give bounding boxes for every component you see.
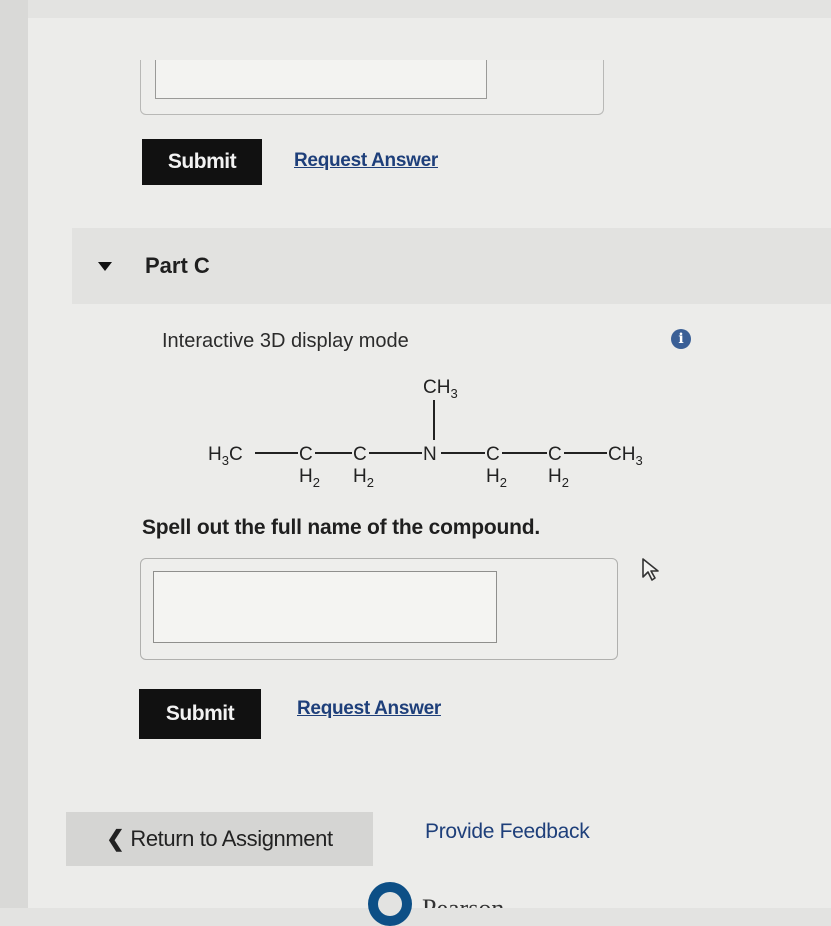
question-prompt: Spell out the full name of the compound. bbox=[142, 516, 540, 539]
mouse-cursor-icon bbox=[642, 558, 659, 581]
provide-feedback-link[interactable]: Provide Feedback bbox=[425, 820, 590, 844]
return-to-assignment-button[interactable]: ❮ Return to Assignment bbox=[66, 812, 373, 866]
h2-carbon-2: H2 bbox=[353, 466, 374, 490]
h2-carbon-3: H2 bbox=[486, 466, 507, 490]
previous-submit-button[interactable]: Submit bbox=[142, 139, 262, 185]
previous-request-answer-link[interactable]: Request Answer bbox=[294, 150, 438, 172]
submit-button[interactable]: Submit bbox=[139, 689, 261, 739]
structural-formula: CH3 H3C C C N C C CH3 H2 H2 H2 H2 bbox=[208, 377, 643, 490]
answer-input[interactable] bbox=[153, 571, 497, 643]
info-icon[interactable]: i bbox=[671, 329, 691, 349]
part-title: Part C bbox=[145, 253, 210, 278]
carbon-4: C bbox=[548, 444, 562, 465]
methyl-right: CH3 bbox=[608, 444, 643, 468]
methyl-left: H3C bbox=[208, 444, 243, 468]
pearson-logo-text: Pearson bbox=[422, 894, 504, 908]
return-label: Return to Assignment bbox=[130, 826, 333, 851]
nitrogen-atom: N bbox=[423, 444, 437, 465]
page-edge bbox=[0, 0, 28, 908]
h2-carbon-1: H2 bbox=[299, 466, 320, 490]
request-answer-link[interactable]: Request Answer bbox=[297, 698, 441, 720]
carbon-1: C bbox=[299, 444, 313, 465]
carbon-3: C bbox=[486, 444, 500, 465]
caret-down-icon[interactable] bbox=[98, 262, 112, 271]
h2-carbon-4: H2 bbox=[548, 466, 569, 490]
display-mode-label: Interactive 3D display mode bbox=[162, 330, 409, 352]
methyl-top: CH3 bbox=[423, 377, 458, 401]
pearson-logo-icon bbox=[368, 882, 412, 926]
carbon-2: C bbox=[353, 444, 367, 465]
previous-answer-input[interactable] bbox=[155, 60, 487, 99]
chevron-left-icon: ❮ bbox=[106, 826, 125, 851]
